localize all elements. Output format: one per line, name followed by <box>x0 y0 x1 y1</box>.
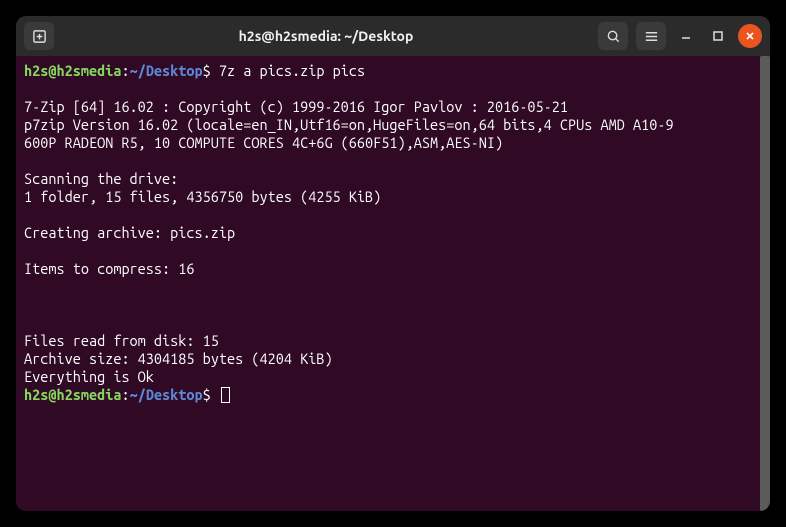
output-creating-archive: Creating archive: pics.zip <box>24 224 235 241</box>
prompt-user-host-2: h2s@h2smedia <box>24 386 121 403</box>
prompt-path-2: ~/Desktop <box>130 386 203 403</box>
close-icon <box>744 30 756 42</box>
output-7zip-version: 7-Zip [64] 16.02 : Copyright (c) 1999-20… <box>24 98 568 115</box>
blank-line <box>24 80 752 98</box>
terminal-window: h2s@h2smedia: ~/Desktop <box>16 16 770 511</box>
blank-line <box>24 278 752 296</box>
output-files-read: Files read from disk: 15 <box>24 332 219 349</box>
prompt-user-host: h2s@h2smedia <box>24 62 121 79</box>
titlebar: h2s@h2smedia: ~/Desktop <box>16 16 770 56</box>
output-scanning-result: 1 folder, 15 files, 4356750 bytes (4255 … <box>24 188 381 205</box>
prompt-dollar: $ <box>203 62 211 79</box>
prompt-colon-2: : <box>121 386 129 403</box>
output-items-compress: Items to compress: 16 <box>24 260 195 277</box>
minimize-button[interactable] <box>674 24 698 48</box>
output-everything-ok: Everything is Ok <box>24 368 154 385</box>
prompt-colon: : <box>121 62 129 79</box>
blank-line <box>24 206 752 224</box>
window-title: h2s@h2smedia: ~/Desktop <box>58 28 594 44</box>
scrollbar[interactable] <box>760 56 770 511</box>
menu-button[interactable] <box>636 22 666 50</box>
search-button[interactable] <box>598 22 628 50</box>
search-icon <box>606 29 621 44</box>
close-button[interactable] <box>738 24 762 48</box>
hamburger-icon <box>644 29 659 44</box>
scrollbar-thumb[interactable] <box>760 56 770 511</box>
prompt-path: ~/Desktop <box>130 62 203 79</box>
output-scanning-header: Scanning the drive: <box>24 170 178 187</box>
new-tab-button[interactable] <box>24 22 54 50</box>
blank-line <box>24 242 752 260</box>
blank-line <box>24 152 752 170</box>
terminal-body[interactable]: h2s@h2smedia:~/Desktop$ 7z a pics.zip pi… <box>16 56 760 511</box>
blank-line <box>24 314 752 332</box>
prompt-dollar-2: $ <box>203 386 211 403</box>
command-text: 7z a pics.zip pics <box>219 62 365 79</box>
maximize-icon <box>712 30 724 42</box>
output-p7zip-line1: p7zip Version 16.02 (locale=en_IN,Utf16=… <box>24 116 674 133</box>
maximize-button[interactable] <box>706 24 730 48</box>
new-tab-icon <box>32 29 47 44</box>
minimize-icon <box>680 30 692 42</box>
output-archive-size: Archive size: 4304185 bytes (4204 KiB) <box>24 350 333 367</box>
cursor <box>221 387 230 403</box>
output-p7zip-line2: 600P RADEON R5, 10 COMPUTE CORES 4C+6G (… <box>24 134 503 151</box>
